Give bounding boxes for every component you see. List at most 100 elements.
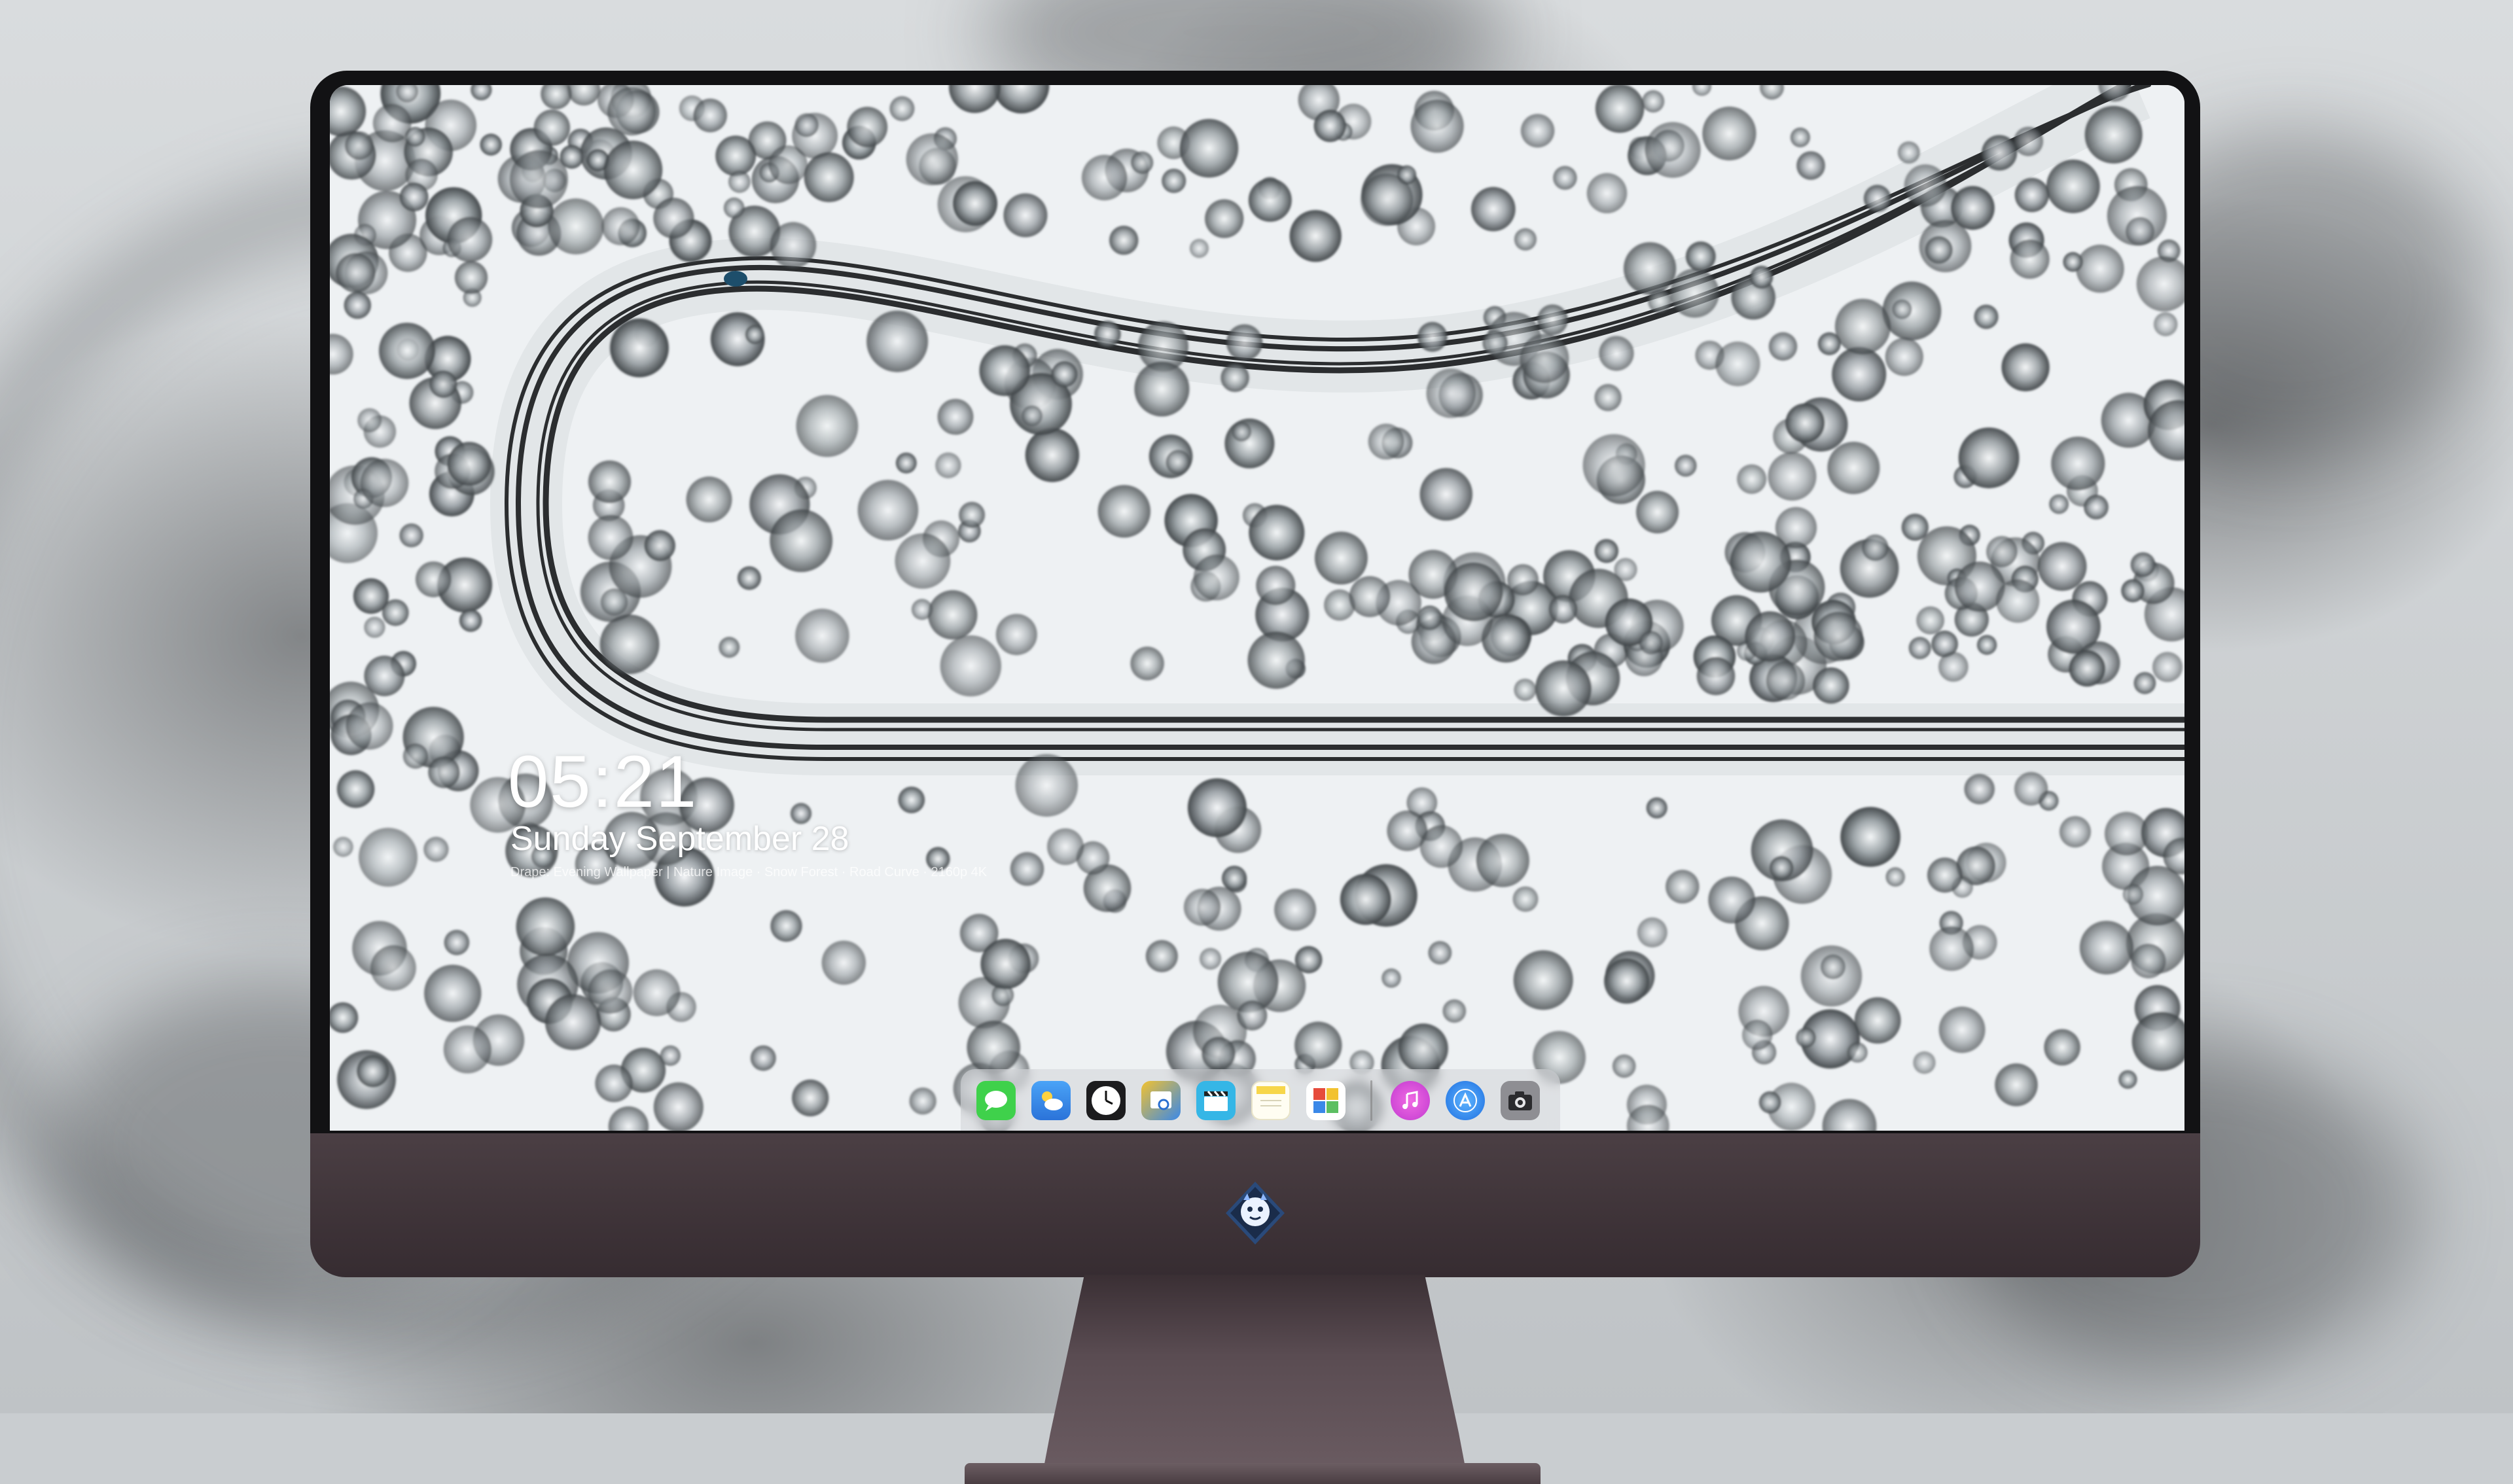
snow-tree xyxy=(1187,778,1247,838)
snow-tree xyxy=(633,969,681,1016)
snow-tree xyxy=(1925,236,1953,264)
camera-icon[interactable] xyxy=(1501,1081,1540,1120)
snow-tree xyxy=(898,786,925,813)
wallpaper-caption: Drape: Evening Wallpaper | Nature Image … xyxy=(510,865,988,879)
snow-tree xyxy=(533,109,571,146)
snow-tree xyxy=(1183,889,1221,926)
snow-tree xyxy=(660,1045,681,1066)
snow-tree xyxy=(1476,834,1529,887)
clock-icon[interactable] xyxy=(1086,1081,1126,1120)
snow-tree xyxy=(1847,1042,1868,1063)
snow-tree xyxy=(2133,672,2156,694)
snow-tree xyxy=(607,87,656,136)
photos-icon[interactable] xyxy=(1306,1081,1346,1120)
snow-tree xyxy=(967,1021,1020,1074)
snow-tree xyxy=(357,408,382,433)
messages-icon[interactable] xyxy=(976,1081,1016,1120)
snow-tree xyxy=(1885,338,1923,376)
snow-tree xyxy=(1047,828,1084,865)
snow-tree xyxy=(1982,135,2018,171)
snow-tree xyxy=(2118,1070,2137,1089)
snow-tree xyxy=(1686,241,1716,272)
snow-tree xyxy=(794,113,819,137)
snow-tree xyxy=(1929,926,1974,971)
snow-tree xyxy=(2126,217,2154,246)
snow-tree xyxy=(935,452,961,478)
snow-tree xyxy=(1974,304,1999,329)
snow-tree xyxy=(1294,1021,1342,1069)
snow-tree xyxy=(1051,361,1078,387)
lock-screen-time: 05:21 xyxy=(508,741,698,822)
snow-tree xyxy=(1200,947,1222,970)
snow-tree xyxy=(1666,870,1700,904)
snow-tree xyxy=(1202,1036,1236,1070)
snow-tree xyxy=(588,460,632,503)
snow-tree xyxy=(2046,159,2100,213)
snow-tree xyxy=(1205,199,1244,238)
snow-tree xyxy=(1507,564,1539,595)
snow-tree xyxy=(857,480,919,540)
snow-tree xyxy=(423,836,449,862)
snow-tree xyxy=(2152,652,2183,682)
snow-tree xyxy=(1892,299,1912,319)
snow-tree xyxy=(1594,383,1622,412)
snow-tree xyxy=(444,930,470,955)
snow-tree xyxy=(889,96,915,121)
snow-tree xyxy=(447,442,491,486)
snow-tree xyxy=(1428,941,1452,964)
snow-tree xyxy=(336,253,376,292)
snow-tree xyxy=(1737,464,1767,494)
snow-tree xyxy=(509,150,568,209)
snow-tree xyxy=(1274,889,1317,931)
snow-tree xyxy=(1248,178,1292,222)
snow-tree xyxy=(1179,118,1239,178)
weather-icon[interactable] xyxy=(1031,1081,1071,1120)
snow-tree xyxy=(428,756,460,788)
snow-tree xyxy=(2079,921,2133,975)
snow-tree xyxy=(895,533,951,589)
snow-tree xyxy=(1827,442,1880,495)
snow-tree xyxy=(1410,99,1464,153)
snow-tree xyxy=(2001,343,2050,391)
snow-tree xyxy=(2049,494,2069,514)
snowy-road-wallpaper xyxy=(330,85,2184,1131)
snow-tree xyxy=(1003,193,1048,238)
snow-tree xyxy=(1916,606,1945,635)
snow-tree xyxy=(1834,298,1891,355)
snow-tree xyxy=(1520,114,1555,148)
snow-tree xyxy=(2014,771,2048,806)
music-icon[interactable] xyxy=(1391,1081,1430,1120)
snow-tree xyxy=(2154,312,2178,336)
snow-tree xyxy=(1081,154,1128,201)
snow-tree xyxy=(1224,418,1275,468)
monitor-screen: 05:21 Sunday September 28 Drape: Evening… xyxy=(330,85,2184,1131)
snow-tree xyxy=(1996,579,2040,623)
snow-tree xyxy=(1594,539,1618,563)
notes-icon[interactable] xyxy=(1251,1081,1291,1120)
snow-tree xyxy=(1586,173,1628,213)
snow-tree xyxy=(1675,455,1697,477)
clapper-icon[interactable] xyxy=(1196,1081,1236,1120)
snow-tree xyxy=(1535,660,1592,716)
dock-separator xyxy=(1370,1080,1372,1121)
snow-tree xyxy=(1995,1063,2038,1106)
snow-tree xyxy=(1745,611,1796,662)
snow-tree xyxy=(459,609,482,632)
snow-tree xyxy=(424,964,482,1022)
snow-tree xyxy=(1232,422,1251,442)
snow-tree xyxy=(770,910,802,942)
snow-tree xyxy=(1398,1023,1448,1074)
snow-tree xyxy=(416,561,452,597)
snow-tree xyxy=(344,291,371,319)
snow-tree xyxy=(866,310,929,372)
snow-tree xyxy=(1882,281,1942,341)
snow-tree xyxy=(1145,940,1178,972)
snow-tree xyxy=(728,170,751,193)
snow-tree xyxy=(1247,631,1305,689)
app-store-icon[interactable] xyxy=(1446,1081,1485,1120)
snow-tree xyxy=(1582,434,1645,497)
snow-tree xyxy=(1730,531,1791,593)
monitor-stand-base xyxy=(965,1463,1541,1484)
preview-icon[interactable] xyxy=(1141,1081,1181,1120)
snow-tree xyxy=(911,599,933,620)
